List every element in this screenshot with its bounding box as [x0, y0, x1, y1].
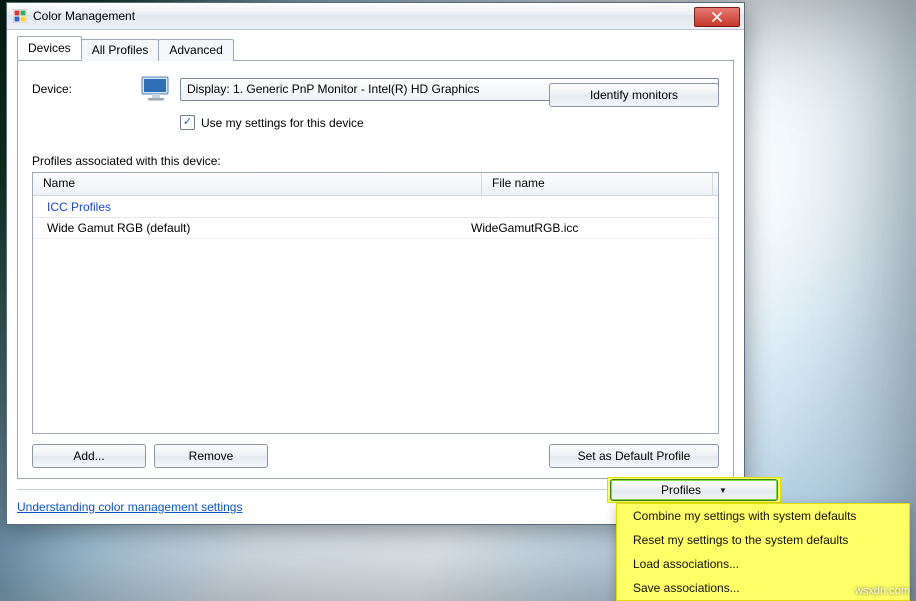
watermark: wsxdn.com	[855, 585, 910, 597]
table-row[interactable]: Wide Gamut RGB (default) WideGamutRGB.ic…	[33, 218, 718, 239]
panel-buttons: Add... Remove Set as Default Profile	[32, 444, 719, 468]
use-my-settings-checkbox[interactable]: ✓ Use my settings for this device	[180, 115, 719, 130]
help-link[interactable]: Understanding color management settings	[17, 500, 242, 514]
profiles-button-label: Profiles	[661, 483, 701, 497]
window-close-button[interactable]	[694, 7, 740, 27]
window-title: Color Management	[33, 9, 694, 23]
profiles-heading: Profiles associated with this device:	[32, 154, 719, 168]
color-management-dialog: Color Management Devices All Profiles Ad…	[6, 2, 745, 525]
tab-devices[interactable]: Devices	[17, 36, 82, 60]
tab-advanced[interactable]: Advanced	[158, 39, 233, 61]
menu-combine-settings[interactable]: Combine my settings with system defaults	[617, 504, 909, 528]
checkbox-checked-icon: ✓	[180, 115, 195, 130]
client-area: Devices All Profiles Advanced Device: Di…	[7, 30, 744, 524]
profiles-listview[interactable]: Name File name ICC Profiles Wide Gamut R…	[32, 172, 719, 434]
menu-load-associations[interactable]: Load associations...	[617, 552, 909, 576]
column-file[interactable]: File name	[482, 173, 713, 195]
tab-all-profiles[interactable]: All Profiles	[81, 39, 160, 61]
profiles-body: ICC Profiles Wide Gamut RGB (default) Wi…	[33, 196, 718, 433]
profile-file: WideGamutRGB.icc	[471, 221, 718, 235]
menu-reset-settings[interactable]: Reset my settings to the system defaults	[617, 528, 909, 552]
profiles-group[interactable]: ICC Profiles	[33, 196, 718, 218]
app-icon	[13, 9, 27, 23]
column-spacer	[713, 173, 733, 195]
profiles-header: Name File name	[33, 173, 718, 196]
identify-monitors-button[interactable]: Identify monitors	[549, 83, 719, 107]
profile-name: Wide Gamut RGB (default)	[47, 221, 471, 235]
titlebar: Color Management	[7, 3, 744, 30]
add-button[interactable]: Add...	[32, 444, 146, 468]
tabpanel-devices: Device: Display: 1. Generic PnP Monitor …	[17, 60, 734, 479]
chevron-down-icon: ▼	[719, 486, 727, 495]
profiles-dropdown-button[interactable]: Profiles ▼	[610, 479, 778, 501]
profiles-button-highlight: Profiles ▼	[607, 477, 781, 503]
column-name[interactable]: Name	[33, 173, 482, 195]
remove-button[interactable]: Remove	[154, 444, 268, 468]
set-default-profile-button[interactable]: Set as Default Profile	[549, 444, 719, 468]
use-my-settings-label: Use my settings for this device	[201, 116, 364, 130]
tabstrip: Devices All Profiles Advanced	[17, 38, 734, 60]
